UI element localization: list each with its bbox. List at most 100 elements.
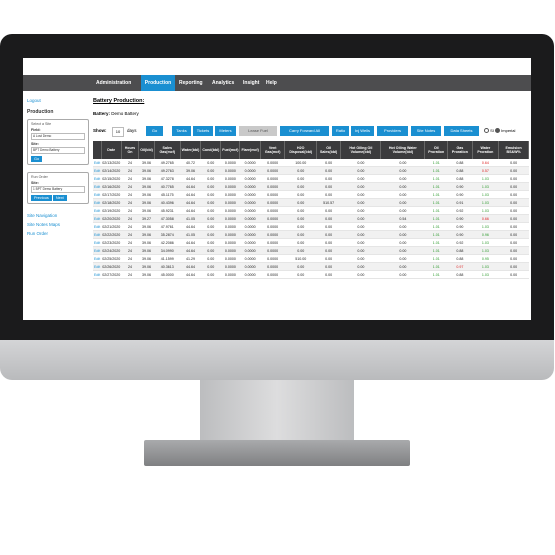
edit-link[interactable]: Edit: [93, 214, 102, 223]
edit-link[interactable]: Edit: [93, 174, 102, 183]
edit-link[interactable]: Edit: [93, 198, 102, 207]
monitor-stand-base: [144, 440, 410, 466]
site-navigation-link[interactable]: Site Navigation: [27, 213, 89, 218]
site-notes-maps-link[interactable]: Site Notes Maps: [27, 222, 89, 227]
table-cell: 0.0000: [220, 270, 240, 279]
table-row: Edit 02/16/2020 24 39.06 40.7765 44.64 0.00 0.0…: [93, 182, 529, 191]
edit-link[interactable]: Edit: [93, 238, 102, 247]
edit-link[interactable]: Edit: [93, 254, 102, 263]
inj-wells-button[interactable]: Inj Wells: [351, 126, 374, 136]
table-cell: 0.00: [340, 262, 381, 271]
nav-production[interactable]: Production: [141, 75, 175, 91]
imperial-radio[interactable]: [495, 128, 501, 134]
days-input[interactable]: 10: [112, 127, 124, 137]
top-navigation: Administration Production Reporting Anal…: [23, 75, 531, 91]
edit-link[interactable]: Edit: [93, 166, 102, 175]
page-title: Battery Production:: [93, 98, 145, 104]
table-row: Edit 02/22/2020 24 39.06 35.2874 41.05 0.00 0.0…: [93, 230, 529, 239]
edit-link[interactable]: Edit: [93, 222, 102, 231]
table-cell: 0.00: [284, 222, 317, 231]
site-go-button[interactable]: Go: [31, 156, 43, 162]
edit-link[interactable]: Edit: [93, 270, 102, 279]
table-cell: 0.0000: [239, 238, 261, 247]
table-cell: 0.0000: [239, 230, 261, 239]
tickets-button[interactable]: Tickets: [193, 126, 213, 136]
edit-link[interactable]: Edit: [93, 230, 102, 239]
table-cell: 0.0000: [220, 174, 240, 183]
table-cell: 0.00: [498, 190, 529, 199]
go-button[interactable]: Go: [146, 126, 163, 136]
nav-insight[interactable]: Insight: [243, 75, 263, 91]
edit-link[interactable]: Edit: [93, 246, 102, 255]
table-cell: 0.0000: [220, 206, 240, 215]
nav-analytics[interactable]: Analytics: [212, 75, 240, 91]
table-cell: 0.00: [498, 198, 529, 207]
table-cell: 44.64: [180, 270, 201, 279]
table-cell: 0.0000: [260, 238, 285, 247]
site-select[interactable]: BPT Demo Battery: [31, 147, 85, 154]
table-cell: 0.00: [340, 270, 381, 279]
table-cell: 41.1599: [154, 254, 181, 263]
providers-button[interactable]: Providers: [377, 126, 408, 136]
table-cell: 0.00: [316, 166, 341, 175]
edit-link[interactable]: Edit: [93, 182, 102, 191]
site-notes-button[interactable]: Site Notes: [411, 126, 441, 136]
table-cell: 0.00: [316, 159, 341, 167]
table-cell: 0.0000: [220, 246, 240, 255]
table-cell: 0.88: [447, 254, 473, 263]
table-row: Edit 02/17/2020 24 39.06 45.1175 44.64 0.00 0.0…: [93, 190, 529, 199]
table-row: Edit 02/18/2020 24 39.06 40.4396 44.64 0.00 0.0…: [93, 198, 529, 207]
table-row: Edit 02/20/2020 24 39.27 47.3058 41.05 0.00 0.0…: [93, 214, 529, 223]
carry-forward-all-button[interactable]: Carry Forward All: [280, 126, 329, 136]
battery-label: Battery:: [93, 111, 111, 116]
table-header-row: Date Hours On Oil(bbl) Sales Gas(mcf) Water(…: [93, 141, 529, 159]
edit-link[interactable]: Edit: [93, 190, 102, 199]
table-cell: 0.00: [498, 174, 529, 183]
table-cell: 0.0000: [239, 246, 261, 255]
table-cell: 0.0000: [239, 206, 261, 215]
table-cell: 0.0000: [260, 254, 285, 263]
table-cell: 0.00: [316, 270, 341, 279]
table-cell: 0.00: [340, 238, 381, 247]
battery-line: Battery: Demo Battery: [93, 111, 529, 116]
si-radio[interactable]: [484, 128, 489, 134]
nav-help[interactable]: Help: [266, 75, 282, 91]
table-cell: 44.64: [180, 190, 201, 199]
column-header: Water Proration: [472, 141, 500, 159]
table-cell: 39.06: [138, 262, 155, 271]
ratio-button[interactable]: Ratio: [332, 126, 349, 136]
table-cell: 0.00: [284, 238, 317, 247]
field-select[interactable]: A Lost Demo: [31, 133, 85, 140]
nav-reporting[interactable]: Reporting: [179, 75, 209, 91]
table-cell: 40.3613: [154, 262, 181, 271]
lease-fuel-button[interactable]: Lease Fuel: [239, 126, 277, 136]
table-row: Edit 02/13/2020 24 39.06 49.2765 40.72 0.00 0.0…: [93, 159, 529, 167]
table-body: Edit 02/13/2020 24 39.06 49.2765 40.72 0.00 0.0…: [93, 159, 529, 279]
table-cell: 24: [121, 254, 139, 263]
meters-button[interactable]: Meters: [215, 126, 236, 136]
logout-link[interactable]: Logout: [27, 98, 89, 103]
table-cell: 0.0000: [239, 198, 261, 207]
table-cell: 0.0000: [260, 166, 285, 175]
edit-link[interactable]: Edit: [93, 262, 102, 271]
edit-link[interactable]: Edit: [93, 159, 102, 167]
table-cell: 1.01: [424, 262, 448, 271]
table-cell: 24: [121, 159, 139, 167]
table-cell: 0.00: [316, 190, 341, 199]
table-cell: 0.00: [380, 270, 425, 279]
data-sheets-button[interactable]: Data Sheets: [444, 126, 479, 136]
table-cell: 0.0000: [260, 190, 285, 199]
table-cell: 42.2086: [154, 238, 181, 247]
table-cell: 0.00: [380, 206, 425, 215]
table-cell: 49.2765: [154, 159, 181, 167]
previous-button[interactable]: Previous: [31, 195, 52, 201]
tanks-button[interactable]: Tanks: [172, 126, 191, 136]
next-button[interactable]: Next: [52, 195, 67, 201]
edit-link[interactable]: Edit: [93, 206, 102, 215]
column-header: Date: [101, 141, 122, 159]
table-cell: 24: [121, 174, 139, 183]
run-order-link[interactable]: Run Order: [27, 231, 89, 236]
run-order-site-select[interactable]: 1 BPT Demo Battery: [31, 186, 85, 193]
nav-administration[interactable]: Administration: [96, 75, 139, 91]
table-cell: 02/21/2020: [101, 222, 122, 231]
